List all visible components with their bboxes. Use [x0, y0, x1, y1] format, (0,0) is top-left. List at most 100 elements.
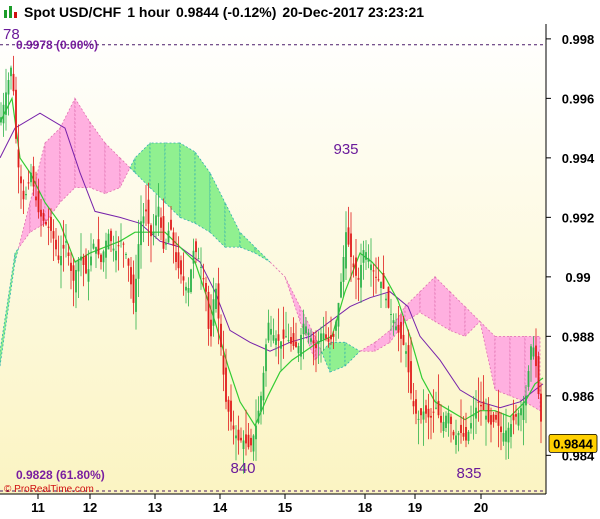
symbol-label: Spot USD/CHF	[24, 4, 122, 20]
candle-body	[377, 279, 380, 281]
x-tick-label: 19	[408, 500, 422, 515]
candle-body	[195, 241, 197, 253]
candle-body	[285, 336, 287, 338]
last-price-label: 0.9844	[553, 436, 594, 451]
candle-body	[392, 320, 395, 324]
level-label-bottom: 0.9828 (61.80%)	[16, 468, 105, 482]
candle-body	[540, 393, 542, 422]
candle-body	[105, 240, 107, 258]
candle-body	[280, 341, 282, 349]
candle-body	[295, 341, 297, 348]
candle-body	[490, 415, 492, 425]
candle-body	[515, 414, 517, 417]
candle-body	[372, 270, 375, 272]
candle-body	[507, 427, 510, 443]
candle-body	[150, 225, 152, 237]
candle-body	[340, 281, 342, 298]
candle-body	[467, 431, 470, 441]
candle-body	[360, 264, 362, 288]
candle-body	[232, 425, 235, 430]
candle-body	[190, 269, 192, 292]
candle-body	[192, 250, 195, 264]
candle-body	[290, 337, 292, 344]
candle-body	[495, 415, 497, 420]
candle-body	[537, 356, 540, 394]
candle-body	[277, 334, 280, 341]
candle-body	[497, 411, 500, 426]
candle-body	[112, 248, 115, 251]
candle-body	[355, 257, 357, 276]
candle-body	[177, 252, 180, 269]
candle-body	[22, 190, 25, 200]
candle-body	[405, 351, 407, 354]
last-price-marker: 0.9844	[548, 433, 598, 453]
annotation-label: 78	[3, 26, 20, 43]
candle-body	[475, 407, 477, 419]
candle-body	[430, 415, 432, 418]
candle-body	[90, 256, 92, 266]
candle-body	[160, 217, 162, 228]
candle-body	[40, 209, 42, 217]
candle-body	[370, 264, 372, 271]
candle-body	[92, 243, 95, 249]
candle-body	[107, 233, 110, 250]
candle-body	[17, 149, 20, 168]
candle-body	[320, 333, 322, 342]
candle-body	[182, 276, 185, 281]
last-quote-label: 0.9844 (-0.12%)	[176, 4, 277, 20]
candle-body	[132, 274, 135, 303]
candle-body	[462, 433, 465, 437]
candle-body	[470, 423, 472, 429]
annotation-label: 835	[456, 465, 481, 482]
candle-body	[450, 416, 452, 424]
x-tick-label: 13	[148, 500, 162, 515]
candle-body	[347, 227, 350, 245]
candle-body	[20, 176, 22, 184]
candle-body	[27, 182, 30, 184]
candle-body	[87, 269, 90, 282]
candle-body	[482, 401, 485, 410]
candle-body	[117, 245, 120, 247]
candle-body	[302, 323, 305, 335]
cloud-bearish-segment	[494, 335, 511, 397]
candle-body	[357, 277, 360, 280]
candle-body	[522, 402, 525, 420]
candle-body	[342, 257, 345, 282]
candle-body	[67, 252, 70, 256]
candle-body	[442, 421, 445, 431]
x-tick-label: 14	[213, 500, 228, 515]
candle-body	[2, 104, 5, 124]
price-chart[interactable]: 0.9978 (0.00%) 0.9828 (61.80%) 78935840 8…	[0, 24, 600, 519]
candle-body	[170, 219, 172, 230]
candle-body	[410, 361, 412, 394]
candle-body	[445, 415, 447, 428]
candle-body	[185, 286, 187, 291]
y-tick-label: 0.988	[562, 329, 595, 344]
candle-body	[315, 344, 317, 349]
candle-body	[337, 302, 340, 327]
candle-body	[312, 340, 315, 344]
candle-body	[155, 215, 157, 226]
candle-body	[262, 372, 265, 401]
candle-body	[250, 437, 252, 446]
candle-body	[227, 399, 230, 412]
candle-body	[272, 335, 275, 341]
candle-body	[465, 427, 467, 441]
candle-body	[130, 267, 132, 285]
candle-body	[210, 319, 212, 337]
candle-body	[457, 433, 460, 436]
candle-body	[152, 231, 155, 235]
candle-body	[380, 281, 382, 288]
candle-body	[400, 321, 402, 339]
candle-body	[460, 424, 462, 433]
candle-body	[420, 408, 422, 416]
candle-body	[437, 400, 440, 416]
candle-body	[297, 346, 300, 354]
chart-header: Spot USD/CHF 1 hour 0.9844 (-0.12%) 20-D…	[0, 0, 600, 24]
candle-body	[255, 425, 257, 440]
candle-body	[72, 265, 75, 281]
candle-body	[510, 424, 512, 437]
candle-body	[532, 347, 535, 357]
candle-body	[325, 334, 327, 339]
candle-body	[120, 240, 122, 242]
